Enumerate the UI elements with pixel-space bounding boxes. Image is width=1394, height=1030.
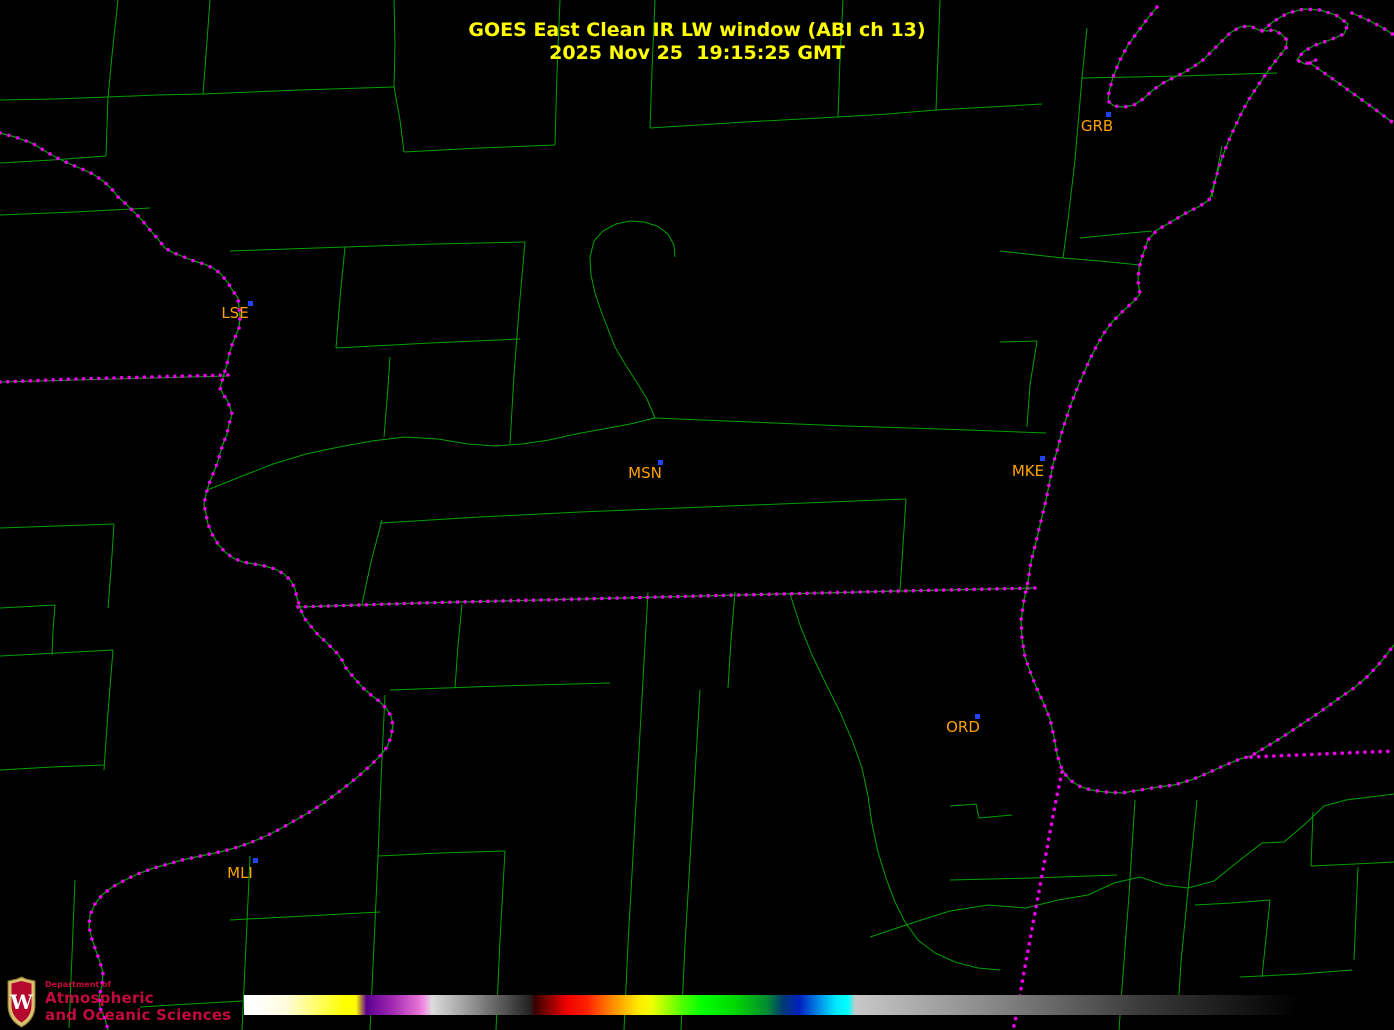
county-boundary-line <box>1261 899 1271 978</box>
in-border-dotted <box>1249 749 1394 759</box>
county-boundary-line <box>1177 799 1198 1011</box>
county-boundary-line <box>1353 866 1359 961</box>
county-boundary-line <box>949 803 1013 819</box>
county-boundary-line <box>949 874 1118 881</box>
county-boundary-line <box>393 86 405 153</box>
county-boundary-line <box>1079 230 1153 239</box>
county-boundary-line <box>1239 969 1353 978</box>
city-label-grb: GRB <box>1080 117 1114 135</box>
county-boundary-line <box>229 246 346 252</box>
county-boundary-line <box>680 689 701 1030</box>
county-boundary-line <box>389 682 611 691</box>
image-title: GOES East Clean IR LW window (ABI ch 13)… <box>0 19 1394 65</box>
mississippi-river-dotted-green-base <box>0 132 394 1030</box>
city-label-lse: LSE <box>221 304 249 322</box>
county-boundary-line <box>0 523 115 529</box>
county-boundary-line <box>1310 861 1394 867</box>
county-boundary-line <box>0 649 114 657</box>
logo-text: Department of Atmospheric and Oceanic Sc… <box>45 976 231 1023</box>
county-boundary-line <box>383 356 391 438</box>
map-svg <box>0 0 1394 1030</box>
county-boundary-line <box>377 850 506 857</box>
crest-letter: W <box>9 990 33 1014</box>
city-label-msn: MSN <box>628 464 662 482</box>
county-boundary-line <box>654 417 1047 434</box>
county-boundary-line <box>899 498 907 591</box>
mississippi-river-dotted <box>0 131 395 1030</box>
ir-temperature-colorbar <box>244 995 1300 1015</box>
county-boundary-line <box>649 116 839 129</box>
county-boundary-line <box>999 250 1141 266</box>
michigan-shore-dotted-green-base <box>1309 62 1393 123</box>
county-boundary-line <box>229 911 381 921</box>
lake-michigan-shore-dotted <box>1019 52 1394 795</box>
county-boundary-line <box>335 246 346 349</box>
logo-dept-text: Department of <box>45 980 112 989</box>
county-boundary-line <box>727 591 736 689</box>
county-boundary-line <box>335 338 521 349</box>
county-boundary-line <box>0 207 151 216</box>
satellite-image-page: GOES East Clean IR LW window (ABI ch 13)… <box>0 0 1394 1030</box>
map-canvas <box>0 0 1394 1030</box>
county-boundary-line <box>589 220 676 419</box>
city-label-ord: ORD <box>946 718 980 736</box>
county-boundary-line <box>0 604 56 609</box>
county-boundary-line <box>1194 899 1271 906</box>
county-boundary-line <box>837 109 937 118</box>
title-line-1: GOES East Clean IR LW window (ABI ch 13) <box>468 19 926 41</box>
county-boundary-line <box>377 694 386 857</box>
county-boundary-line <box>1310 811 1314 867</box>
county-boundary-line <box>107 523 115 609</box>
county-boundary-line <box>344 241 526 248</box>
county-boundary-line <box>105 96 109 157</box>
uw-crest-icon: W <box>7 976 36 1028</box>
county-boundary-line <box>623 591 649 1030</box>
logo-name-line2: and Oceanic Sciences <box>45 1006 232 1024</box>
wi-il-border-dotted-green-base <box>297 587 1036 608</box>
county-boundary-line <box>103 649 114 771</box>
county-boundary-line <box>935 103 1043 111</box>
county-boundary-line <box>999 340 1038 343</box>
county-boundary-line <box>1211 145 1223 198</box>
county-boundary-line <box>379 498 907 524</box>
county-boundary-line <box>0 764 105 771</box>
city-label-mke: MKE <box>1011 462 1045 480</box>
city-label-mli: MLI <box>227 864 253 882</box>
lake-michigan-shore-dotted-green-base <box>1020 53 1394 794</box>
county-boundary-line <box>1026 340 1038 428</box>
county-boundary-line <box>51 604 56 656</box>
city-dot-mke <box>1040 456 1045 461</box>
county-boundary-line <box>0 96 109 101</box>
title-line-2: 2025 Nov 25 19:15:25 GMT <box>549 42 845 64</box>
county-boundary-line <box>454 603 463 689</box>
logo-name-line1: Atmospheric <box>45 989 154 1007</box>
county-boundary-line <box>202 86 395 95</box>
county-boundary-line <box>789 593 1001 971</box>
county-boundary-line <box>361 519 383 605</box>
county-boundary-line <box>403 144 556 153</box>
city-dot-lse <box>248 301 253 306</box>
county-boundary-line <box>509 241 526 445</box>
county-boundary-line <box>206 417 656 491</box>
county-boundary-line <box>107 93 204 98</box>
aos-logo: W Department of Atmospheric and Oceanic … <box>6 976 231 1028</box>
city-dot-mli <box>253 858 258 863</box>
county-boundary-line <box>0 155 107 164</box>
